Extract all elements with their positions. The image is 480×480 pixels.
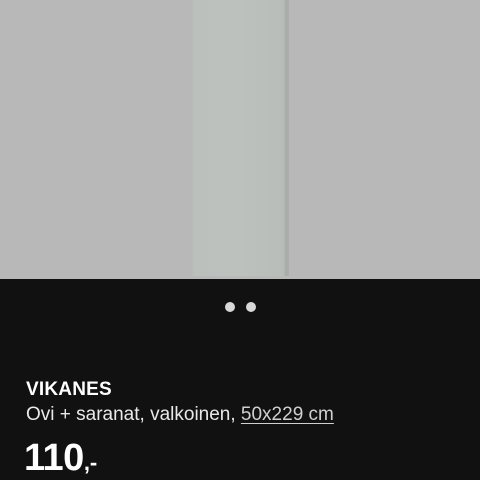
price-amount: 110 xyxy=(24,437,84,479)
carousel-dot-2[interactable] xyxy=(245,302,256,312)
price-suffix: ,- xyxy=(83,450,98,475)
carousel-dot-1[interactable] xyxy=(224,302,235,312)
product-description-text: Ovi + saranat, valkoinen, xyxy=(26,404,241,425)
product-size-link[interactable]: 50x229 cm xyxy=(241,404,334,425)
product-description: Ovi + saranat, valkoinen, 50x229 cm xyxy=(26,403,466,427)
product-name: VIKANES xyxy=(26,379,112,400)
product-image[interactable] xyxy=(0,0,480,279)
product-price: 110,- xyxy=(24,436,97,480)
product-info: VIKANES Ovi + saranat, valkoinen, 50x229… xyxy=(26,380,466,427)
carousel-indicator xyxy=(0,302,480,314)
door-panel-image xyxy=(191,0,288,276)
product-screen: VIKANES Ovi + saranat, valkoinen, 50x229… xyxy=(0,0,480,480)
door-edge-shadow xyxy=(285,0,288,276)
